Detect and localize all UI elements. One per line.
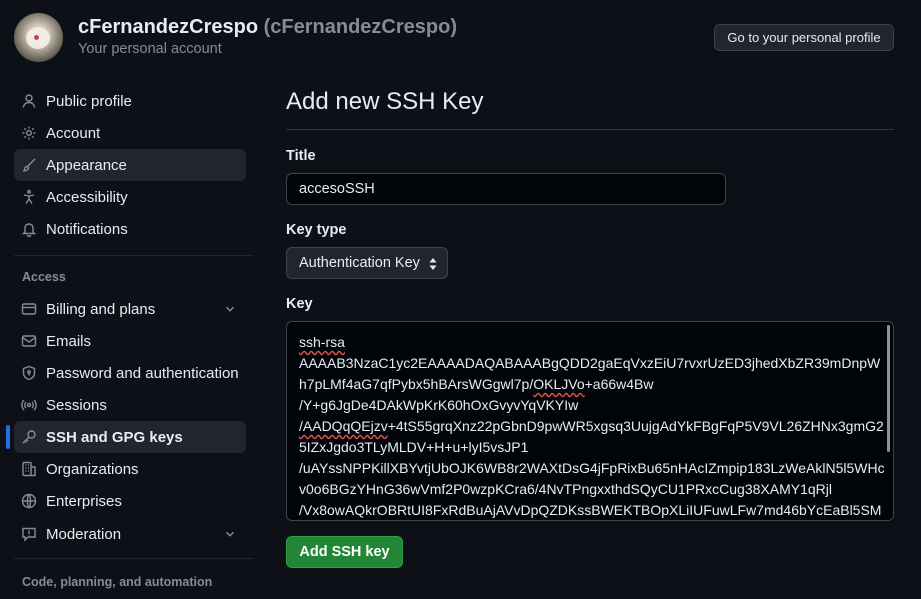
key-content: ssh-rsa AAAAB3NzaC1yc2EAAAADAQABAAABgQDD… <box>299 332 885 518</box>
key-type-value: Authentication Key <box>299 255 420 271</box>
shield-lock-icon <box>20 364 38 382</box>
user-name[interactable]: cFernandezCrespo <box>78 16 258 38</box>
sidebar-item-label: Password and authentication <box>46 364 239 382</box>
bell-icon <box>20 220 38 238</box>
sidebar-item-ssh-gpg-keys[interactable]: SSH and GPG keys <box>14 421 246 453</box>
sidebar-item-moderation[interactable]: Moderation <box>14 518 246 550</box>
title-label: Title <box>286 148 316 164</box>
person-icon <box>20 92 38 110</box>
title-input[interactable] <box>286 173 726 205</box>
globe-icon <box>20 492 38 510</box>
credit-card-icon <box>20 300 38 318</box>
sidebar-divider <box>14 558 254 559</box>
key-type-label: Key type <box>286 222 347 238</box>
sidebar-item-label: Sessions <box>46 396 107 414</box>
sidebar-item-label: Emails <box>46 332 92 350</box>
avatar[interactable] <box>14 13 63 62</box>
chevron-down-icon[interactable] <box>222 526 238 542</box>
add-ssh-key-button[interactable]: Add SSH key <box>286 536 403 568</box>
key-line: /uAYssNPPKillXBYvtjUbOJK6WB8r2WAXtDsG4jF… <box>299 460 885 497</box>
chevron-down-icon[interactable] <box>222 301 238 317</box>
sidebar-item-appearance[interactable]: Appearance <box>14 149 246 181</box>
sidebar-item-label: Accessibility <box>46 188 128 206</box>
sidebar-item-billing[interactable]: Billing and plans <box>14 293 246 325</box>
key-label: Key <box>286 296 313 312</box>
key-line: /Vx8owAQkrOBRtUI8FxRdBuAjAVvDpQZDKssBWEK… <box>299 502 882 518</box>
key-misspelled-token: /AADQqQEjzv <box>299 418 388 434</box>
sidebar-item-label: Billing and plans <box>46 300 156 318</box>
sidebar-item-password[interactable]: Password and authentication <box>14 357 246 389</box>
key-misspelled-token: OKLJVo <box>533 376 585 392</box>
textarea-scrollbar[interactable] <box>887 325 890 452</box>
active-indicator <box>6 425 10 449</box>
sidebar-item-label: Organizations <box>46 460 139 478</box>
title-divider <box>286 129 894 130</box>
sidebar-item-label: Public profile <box>46 92 132 110</box>
report-icon <box>20 525 38 543</box>
key-line: /Y+g6JgDe4DAkWpKrK60hOxGvyvYqVKYIw <box>299 397 579 413</box>
key-prefix: ssh-rsa <box>299 334 345 350</box>
section-label-code: Code, planning, and automation <box>22 575 213 589</box>
page-title: Add new SSH Key <box>286 88 484 115</box>
select-arrows-icon <box>427 256 439 272</box>
sidebar-item-account[interactable]: Account <box>14 117 246 149</box>
user-handle: (cFernandezCrespo) <box>263 16 457 38</box>
account-subtitle: Your personal account <box>78 41 222 57</box>
paintbrush-icon <box>20 156 38 174</box>
sidebar-item-notifications[interactable]: Notifications <box>14 213 246 245</box>
sidebar-item-sessions[interactable]: Sessions <box>14 389 246 421</box>
key-textarea[interactable]: ssh-rsa AAAAB3NzaC1yc2EAAAADAQABAAABgQDD… <box>286 321 894 521</box>
sidebar-item-label: Appearance <box>46 156 127 174</box>
key-icon <box>20 428 38 446</box>
accessibility-icon <box>20 188 38 206</box>
mail-icon <box>20 332 38 350</box>
key-line: +4tS55grqXnz22pGbnD9pwWR5xgsq3UujgAdYkFB… <box>299 418 884 455</box>
go-to-profile-button[interactable]: Go to your personal profile <box>714 24 894 51</box>
sidebar-item-enterprises[interactable]: Enterprises <box>14 485 246 517</box>
sidebar-item-label: SSH and GPG keys <box>46 428 183 446</box>
sidebar-item-label: Moderation <box>46 525 122 543</box>
sidebar-item-accessibility[interactable]: Accessibility <box>14 181 246 213</box>
sidebar-item-organizations[interactable]: Organizations <box>14 453 246 485</box>
account-header: cFernandezCrespo (cFernandezCrespo) Your… <box>0 0 921 80</box>
sidebar-item-emails[interactable]: Emails <box>14 325 246 357</box>
sidebar-item-label: Account <box>46 124 101 142</box>
key-type-select[interactable]: Authentication Key <box>286 247 448 279</box>
sidebar-item-label: Enterprises <box>46 492 122 510</box>
section-label-access: Access <box>22 270 66 284</box>
sidebar-item-public-profile[interactable]: Public profile <box>14 85 246 117</box>
gear-icon <box>20 124 38 142</box>
sidebar-divider <box>14 255 254 256</box>
broadcast-icon <box>20 396 38 414</box>
organization-icon <box>20 460 38 478</box>
sidebar-item-label: Notifications <box>46 220 128 238</box>
account-title: cFernandezCrespo (cFernandezCrespo) <box>78 16 457 39</box>
key-line: +a66w4Bw <box>584 376 654 392</box>
